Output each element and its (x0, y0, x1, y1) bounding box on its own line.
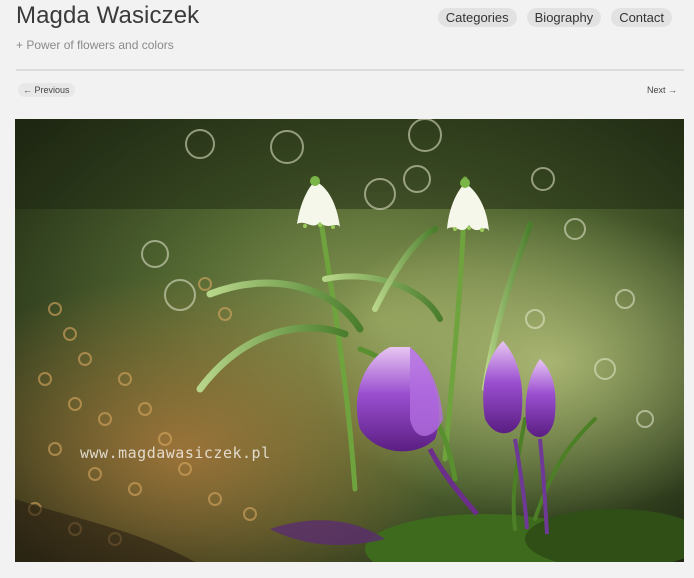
header-divider (16, 69, 684, 71)
previous-link[interactable]: ← Previous (18, 83, 75, 97)
main-nav: Categories Biography Contact (437, 8, 672, 27)
nav-biography-link[interactable]: Biography (526, 8, 602, 27)
gallery-photo[interactable]: www.magdawasiczek.pl (15, 119, 684, 562)
flower-photo-image (15, 119, 684, 562)
nav-contact-link[interactable]: Contact (611, 8, 672, 27)
next-link[interactable]: Next → (642, 83, 682, 97)
photo-watermark: www.magdawasiczek.pl (80, 444, 271, 462)
site-title[interactable]: Magda Wasiczek (16, 2, 199, 30)
nav-categories-link[interactable]: Categories (437, 8, 517, 27)
site-tagline: + Power of flowers and colors (16, 38, 174, 52)
